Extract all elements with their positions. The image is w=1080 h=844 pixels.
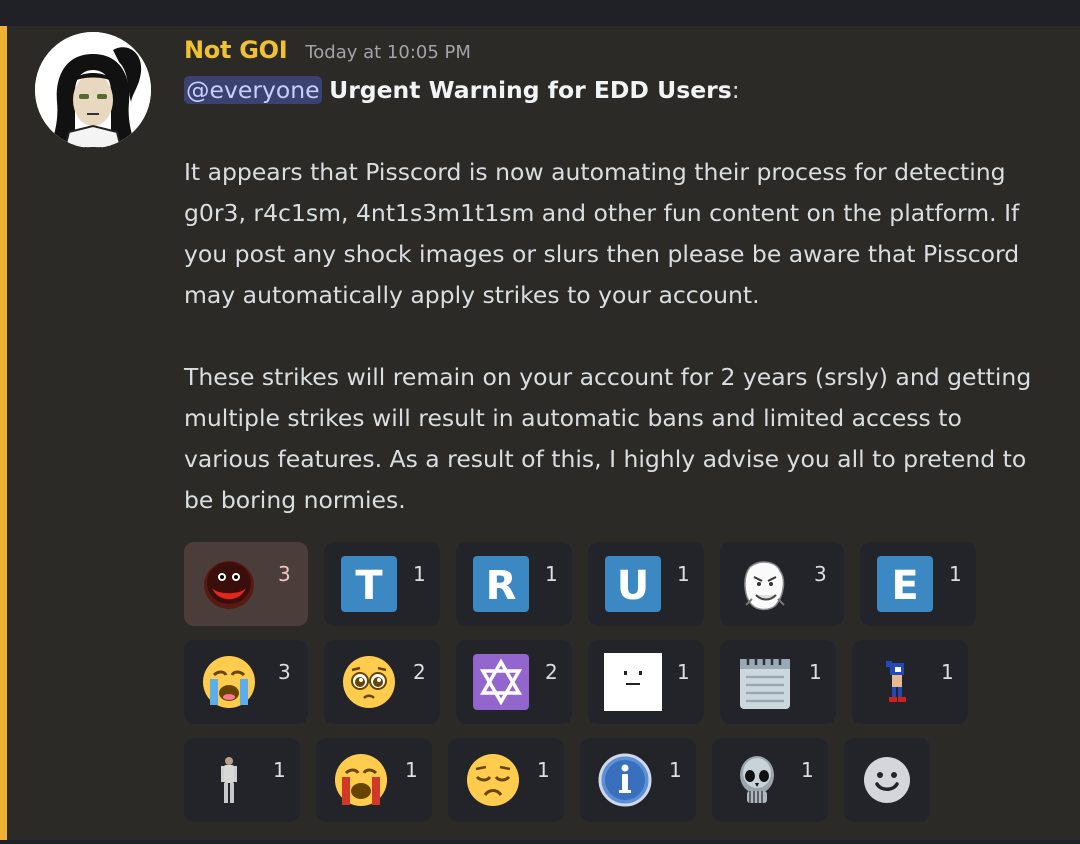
reaction-count: 1 bbox=[677, 562, 690, 586]
red-blob-face-emoji bbox=[204, 561, 254, 609]
reaction-count: 2 bbox=[413, 660, 426, 684]
reaction-count: 1 bbox=[405, 758, 418, 782]
reaction-info-icon[interactable]: 1 bbox=[580, 738, 696, 822]
reaction-count: 1 bbox=[801, 758, 814, 782]
message-content: @everyone Urgent Warning for EDD Users: … bbox=[184, 70, 1054, 521]
reaction-count: 1 bbox=[677, 660, 690, 684]
bottom-divider bbox=[0, 840, 1080, 844]
reaction-count: 1 bbox=[941, 660, 954, 684]
reaction-count: 3 bbox=[278, 562, 291, 586]
message-heading-line: @everyone Urgent Warning for EDD Users: bbox=[184, 70, 1054, 111]
rage-face-emoji bbox=[744, 561, 785, 611]
metal-skull-emoji bbox=[740, 756, 774, 803]
reaction-count: 1 bbox=[545, 562, 558, 586]
loudly-crying-emoji bbox=[203, 656, 255, 708]
reaction-rage-face[interactable]: 3 bbox=[720, 542, 844, 626]
reaction-count: 3 bbox=[814, 562, 827, 586]
reaction-regional-t[interactable]: T 1 bbox=[324, 542, 440, 626]
reaction-regional-r[interactable]: R 1 bbox=[456, 542, 572, 626]
reaction-count: 1 bbox=[537, 758, 550, 782]
reaction-pleading-face[interactable]: 2 bbox=[324, 640, 440, 724]
regional-e-emoji: E bbox=[877, 556, 933, 612]
message-paragraph-2: These strikes will remain on your accoun… bbox=[184, 363, 1032, 514]
reaction-standing-man[interactable]: 1 bbox=[184, 738, 300, 822]
regional-u-emoji: U bbox=[605, 556, 661, 612]
svg-text:U: U bbox=[617, 563, 649, 609]
star-of-david-emoji bbox=[473, 654, 529, 710]
reaction-count: 3 bbox=[278, 660, 291, 684]
standing-man-emoji bbox=[221, 757, 237, 803]
message-timestamp[interactable]: Today at 10:05 PM bbox=[305, 42, 471, 63]
reactions-bar: 3 T 1 R 1 U 1 3 E 1 3 2 2 1 1 1 1 1 1 1 … bbox=[184, 542, 1064, 836]
reaction-row-2: 3 2 2 1 1 1 bbox=[184, 640, 1064, 724]
reaction-loudly-crying[interactable]: 3 bbox=[184, 640, 308, 724]
heading-colon: : bbox=[731, 76, 740, 104]
notepad-emoji bbox=[740, 657, 790, 709]
reaction-count: 1 bbox=[809, 660, 822, 684]
reaction-regional-u[interactable]: U 1 bbox=[588, 542, 704, 626]
disappointed-face-emoji bbox=[467, 754, 519, 806]
reaction-sonic-sprite[interactable]: 1 bbox=[852, 640, 968, 724]
message-paragraph-1: It appears that Pisscord is now automati… bbox=[184, 158, 1020, 309]
sonic-sprite-emoji bbox=[886, 661, 906, 702]
reaction-metal-skull[interactable]: 1 bbox=[712, 738, 828, 822]
regional-t-emoji: T bbox=[341, 556, 397, 612]
info-icon-emoji bbox=[598, 753, 652, 807]
reaction-disappointed-face[interactable]: 1 bbox=[448, 738, 564, 822]
reaction-notepad[interactable]: 1 bbox=[720, 640, 836, 724]
everyone-mention[interactable]: @everyone bbox=[184, 76, 322, 104]
reaction-count: 1 bbox=[949, 562, 962, 586]
reaction-row-1: 3 T 1 R 1 U 1 3 E 1 bbox=[184, 542, 1064, 626]
svg-text:R: R bbox=[486, 563, 517, 609]
avatar-image bbox=[35, 32, 151, 148]
reaction-count: 2 bbox=[545, 660, 558, 684]
message-header: Not GOI Today at 10:05 PM bbox=[184, 36, 471, 64]
svg-text:T: T bbox=[355, 563, 383, 609]
avatar[interactable] bbox=[35, 32, 151, 148]
reaction-row-3: 1 1 1 1 1 bbox=[184, 738, 1064, 822]
reaction-count: 1 bbox=[273, 758, 286, 782]
message-heading: Urgent Warning for EDD Users bbox=[329, 76, 732, 104]
pleading-face-emoji bbox=[343, 656, 395, 708]
reaction-count: 1 bbox=[669, 758, 682, 782]
reaction-white-block-face[interactable]: 1 bbox=[588, 640, 704, 724]
reaction-red-blob-face[interactable]: 3 bbox=[184, 542, 308, 626]
mention-highlight-bar bbox=[0, 26, 7, 844]
reaction-regional-e[interactable]: E 1 bbox=[860, 542, 976, 626]
add-reaction-button[interactable] bbox=[844, 738, 930, 822]
add-reaction-smiley-icon bbox=[864, 757, 910, 803]
reaction-star-of-david[interactable]: 2 bbox=[456, 640, 572, 724]
reaction-count: 1 bbox=[413, 562, 426, 586]
reaction-crying-face[interactable]: 1 bbox=[316, 738, 432, 822]
svg-text:E: E bbox=[891, 563, 918, 609]
white-block-face-emoji bbox=[604, 653, 662, 711]
regional-r-emoji: R bbox=[473, 556, 529, 612]
top-bar bbox=[0, 0, 1080, 26]
crying-face-emoji bbox=[335, 754, 387, 806]
author-name[interactable]: Not GOI bbox=[184, 36, 288, 64]
